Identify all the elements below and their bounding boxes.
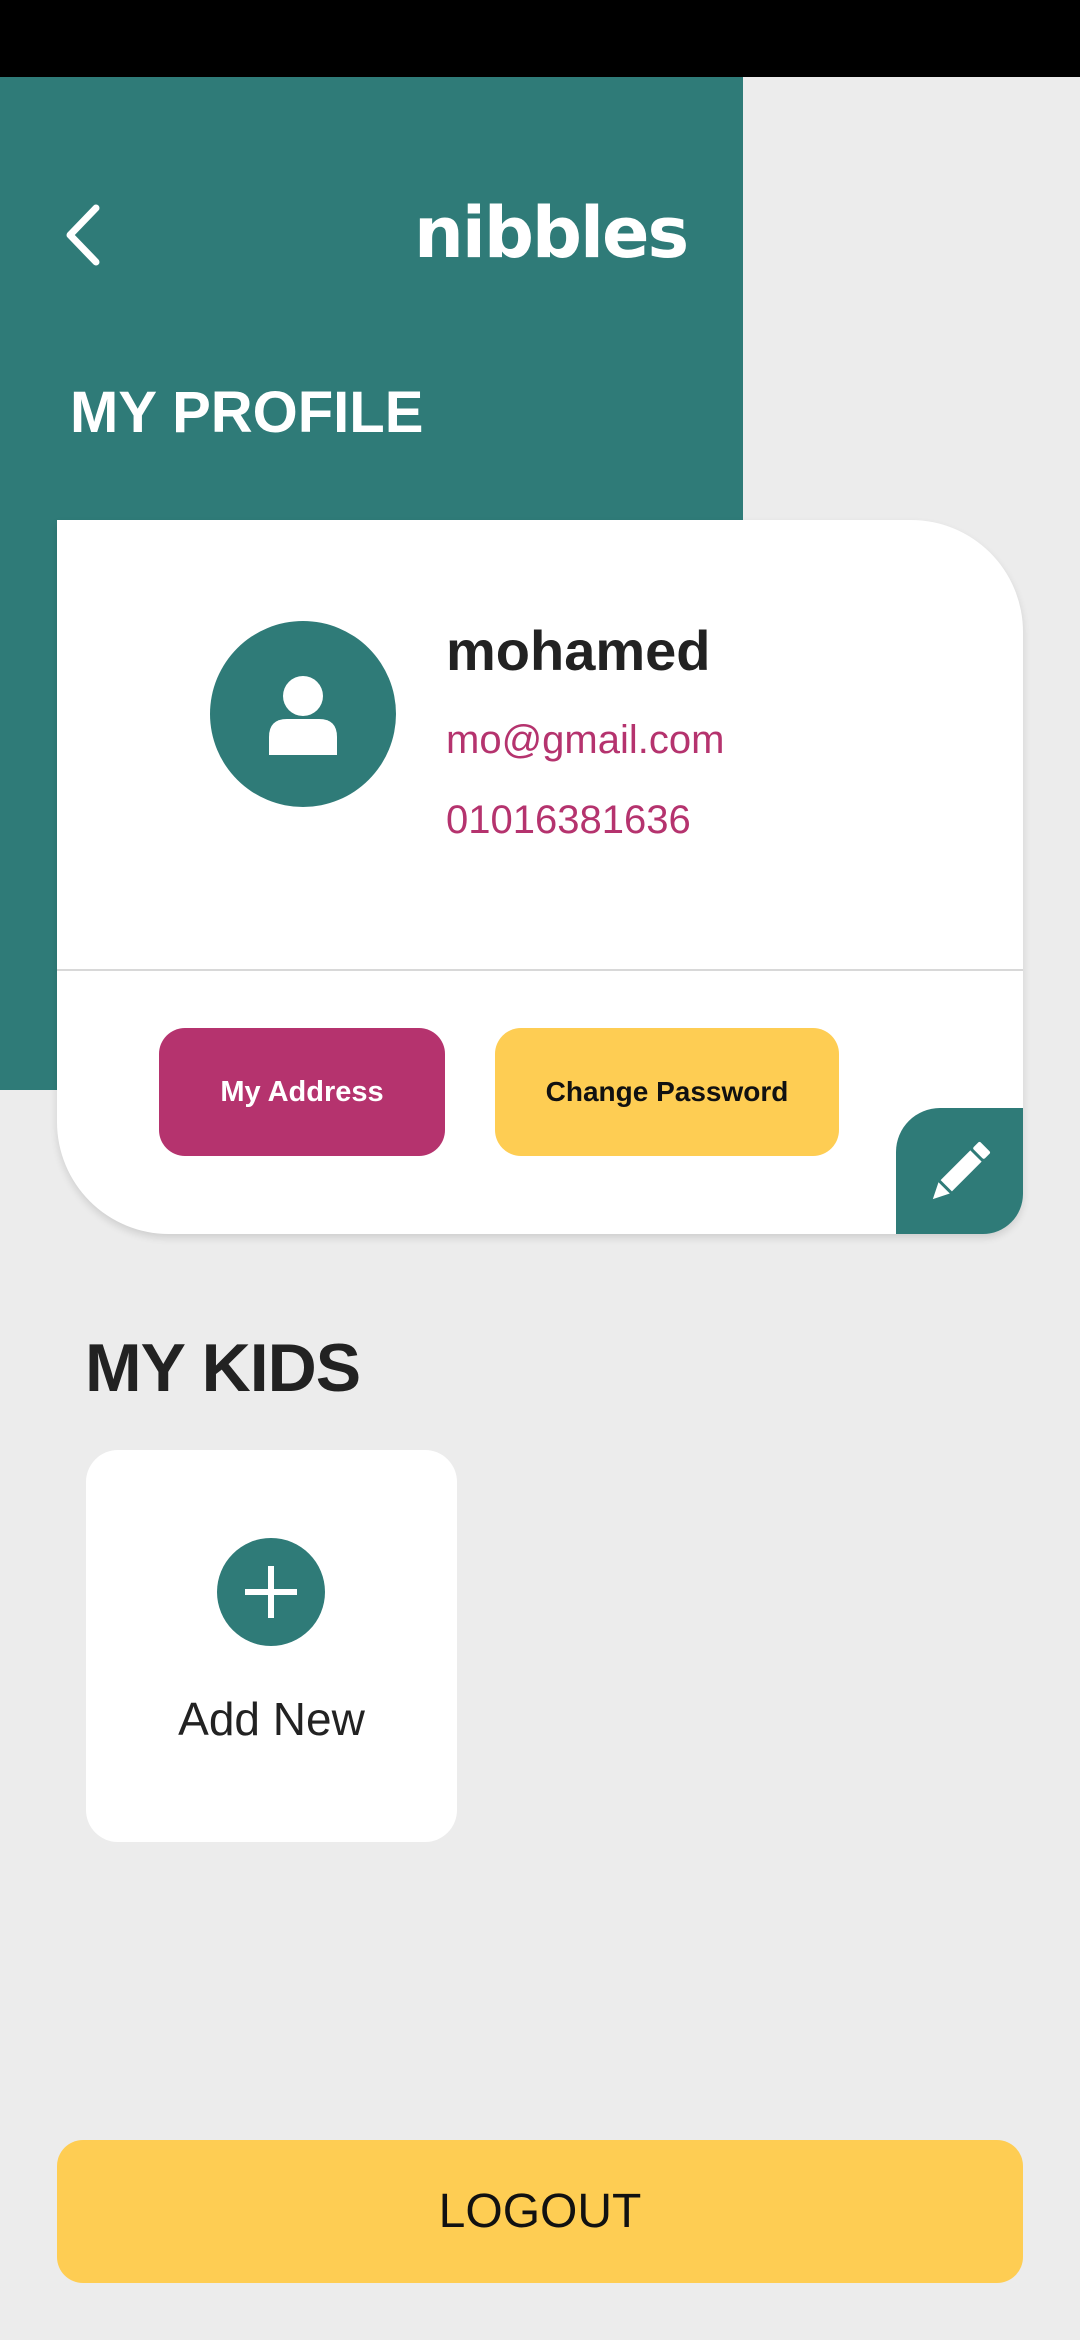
edit-profile-button[interactable] xyxy=(896,1108,1023,1234)
pencil-icon xyxy=(932,1142,990,1200)
chevron-left-icon xyxy=(66,204,100,266)
profile-card: mohamed mo@gmail.com 01016381636 My Addr… xyxy=(57,520,1023,1234)
add-new-label: Add New xyxy=(178,1693,365,1745)
add-kid-circle xyxy=(217,1538,325,1646)
app-logo: nibbles xyxy=(414,192,689,274)
user-icon xyxy=(269,676,337,755)
plus-icon xyxy=(245,1566,297,1618)
logout-button[interactable]: LOGOUT xyxy=(57,2140,1023,2283)
avatar xyxy=(210,621,396,807)
my-kids-title: MY KIDS xyxy=(85,1330,361,1406)
my-address-button[interactable]: My Address xyxy=(159,1028,445,1156)
back-button[interactable] xyxy=(56,200,116,270)
add-kid-card[interactable]: Add New xyxy=(86,1450,457,1842)
user-phone: 01016381636 xyxy=(446,798,691,842)
change-password-button[interactable]: Change Password xyxy=(495,1028,839,1156)
page-title: MY PROFILE xyxy=(70,380,424,445)
status-bar xyxy=(0,0,1080,77)
divider xyxy=(57,969,1023,971)
user-email: mo@gmail.com xyxy=(446,718,725,762)
user-name: mohamed xyxy=(446,619,711,682)
